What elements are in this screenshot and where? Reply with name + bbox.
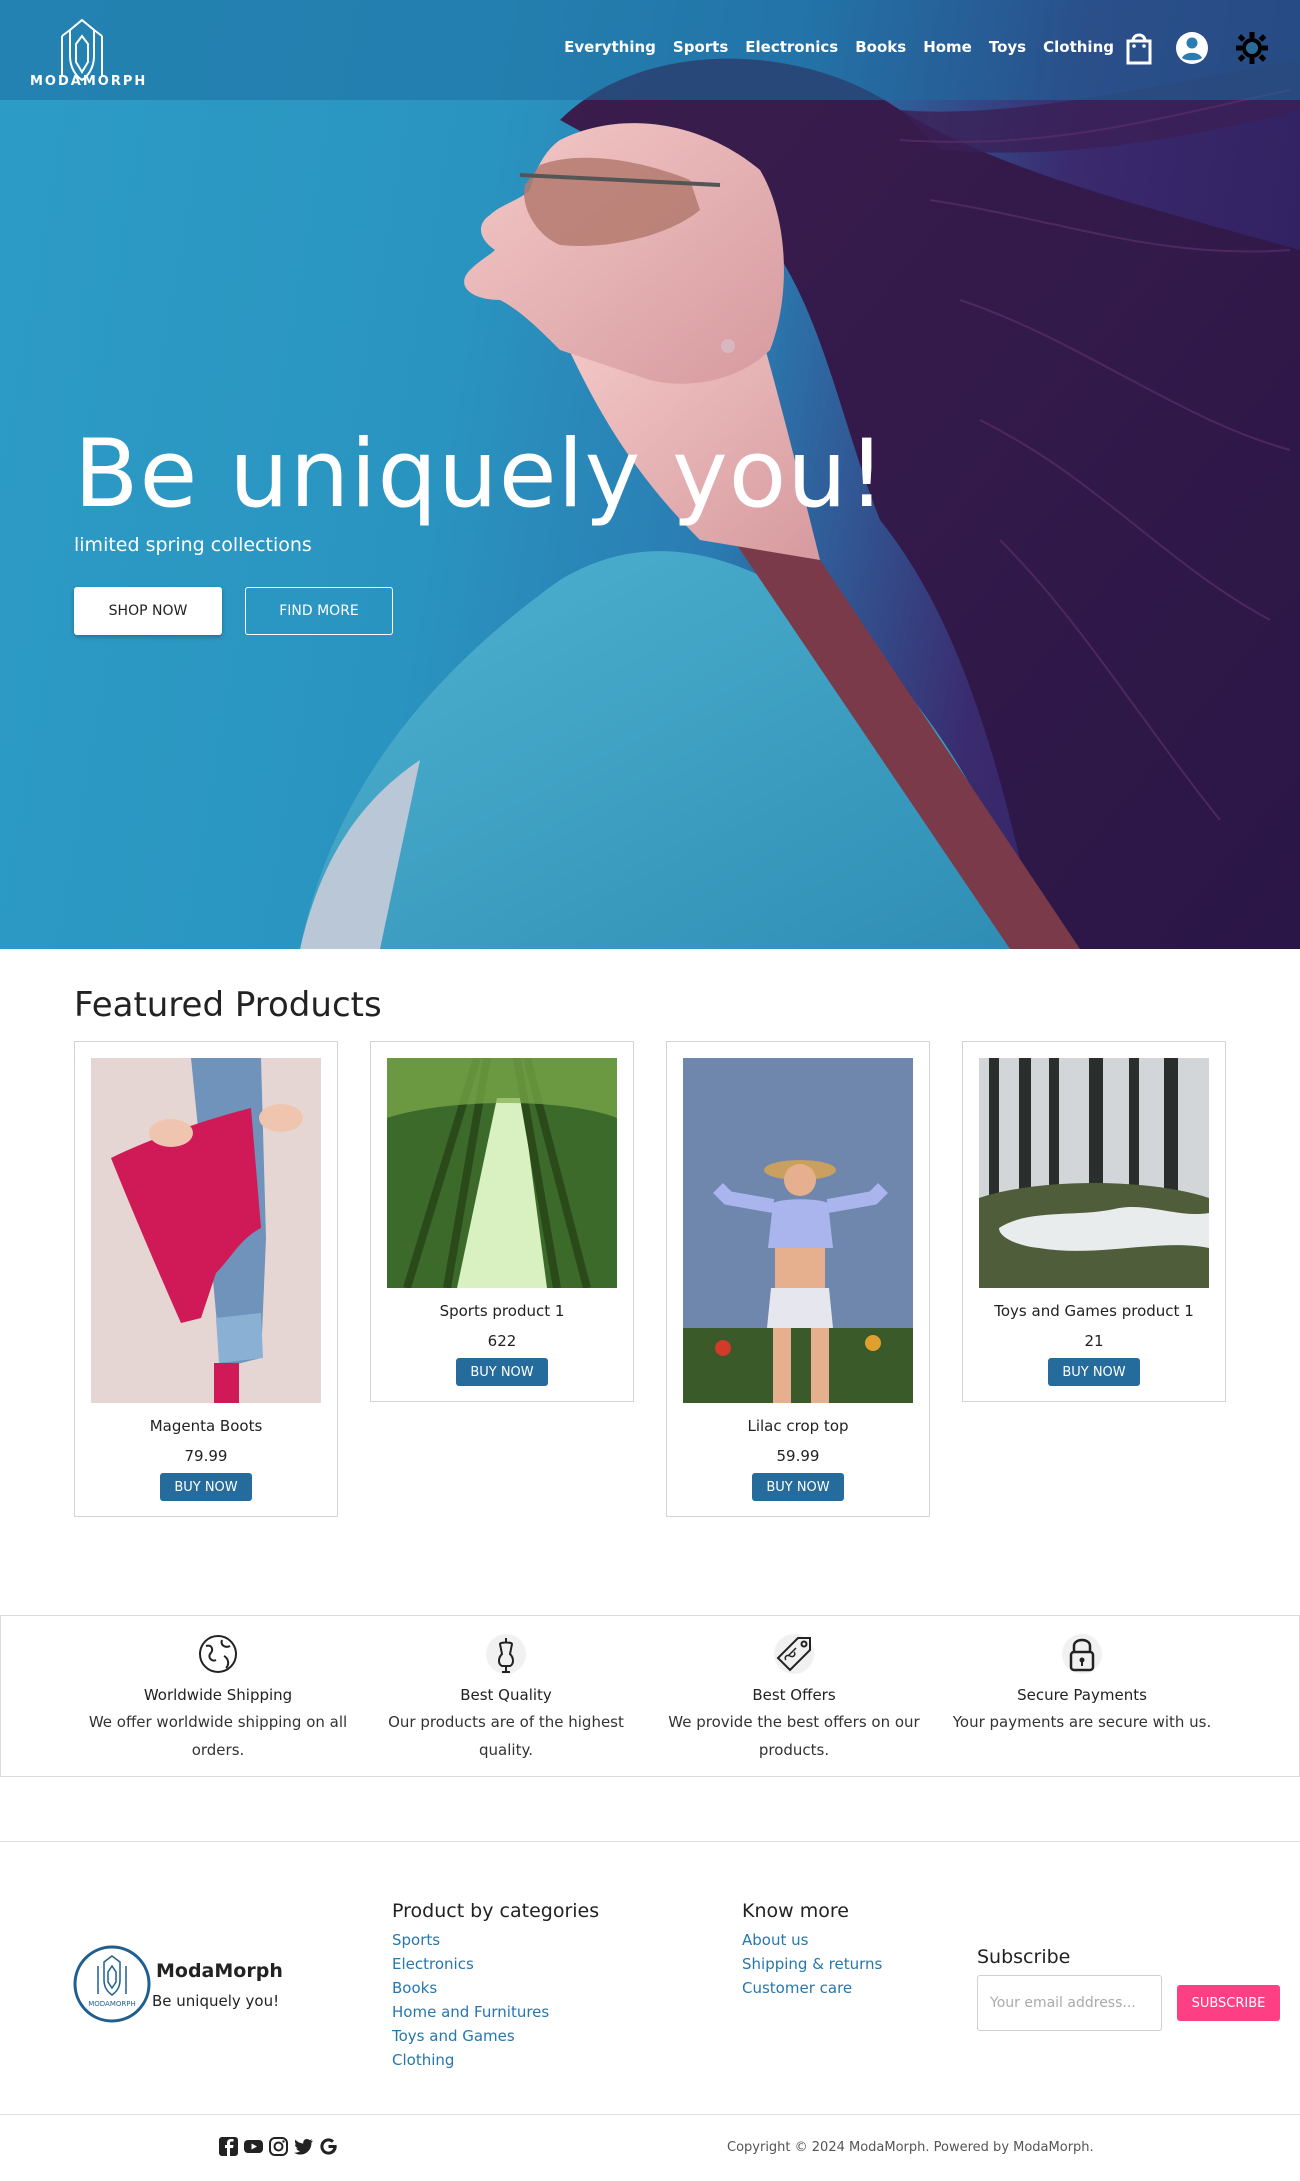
product-card[interactable]: Lilac crop top 59.99 BUY NOW	[666, 1041, 930, 1517]
hero-title: Be uniquely you!	[74, 420, 887, 529]
facebook-icon[interactable]	[218, 2136, 239, 2157]
product-name[interactable]: Toys and Games product 1	[963, 1302, 1225, 1320]
footer-logo-word: MODAMORPH	[88, 2000, 136, 2008]
user-account-icon[interactable]	[1175, 30, 1209, 66]
footer-know-more: Know more About us Shipping & returns Cu…	[742, 1900, 882, 2000]
find-more-button[interactable]: FIND MORE	[245, 587, 393, 635]
main-menu: Everything Sports Electronics Books Home…	[564, 38, 1114, 56]
mannequin-icon	[486, 1634, 526, 1674]
footer-link-shipping-returns[interactable]: Shipping & returns	[742, 1952, 882, 1976]
menu-item-clothing[interactable]: Clothing	[1043, 38, 1114, 56]
product-name[interactable]: Sports product 1	[371, 1302, 633, 1320]
globe-icon	[199, 1635, 237, 1673]
product-image[interactable]	[91, 1058, 321, 1403]
footer-link-electronics[interactable]: Electronics	[392, 1952, 599, 1976]
footer-link-home-furnitures[interactable]: Home and Furnitures	[392, 2000, 599, 2024]
footer-link-customer-care[interactable]: Customer care	[742, 1976, 882, 2000]
buy-now-button[interactable]: BUY NOW	[752, 1473, 844, 1501]
feature-description: Your payments are secure with us.	[952, 1713, 1212, 1731]
feature-title: Secure Payments	[1017, 1686, 1147, 1704]
instagram-icon[interactable]	[268, 2136, 289, 2157]
menu-item-home[interactable]: Home	[923, 38, 972, 56]
buy-now-button[interactable]: BUY NOW	[456, 1358, 548, 1386]
feature-best-offers: Best Offers We provide the best offers o…	[659, 1632, 929, 1764]
menu-item-books[interactable]: Books	[855, 38, 906, 56]
footer-categories: Product by categories Sports Electronics…	[392, 1900, 599, 2072]
footer-categories-heading: Product by categories	[392, 1900, 600, 1922]
theme-toggle-icon[interactable]	[1235, 30, 1269, 66]
footer-link-about[interactable]: About us	[742, 1928, 882, 1952]
price-tag-icon	[774, 1634, 814, 1674]
product-card[interactable]: Toys and Games product 1 21 BUY NOW	[962, 1041, 1226, 1402]
footer-bottom-divider	[0, 2114, 1300, 2115]
product-price: 21	[1084, 1332, 1104, 1350]
product-image[interactable]	[979, 1058, 1209, 1288]
top-navbar: MODAMORPH Everything Sports Electronics …	[0, 0, 1300, 100]
shop-now-button[interactable]: SHOP NOW	[74, 587, 222, 635]
subscribe-button[interactable]: SUBSCRIBE	[1177, 1985, 1280, 2021]
hero-subtitle: limited spring collections	[74, 534, 312, 556]
hero-banner: MODAMORPH Everything Sports Electronics …	[0, 0, 1300, 949]
brand-wordmark: MODAMORPH	[30, 74, 148, 89]
twitter-icon[interactable]	[293, 2136, 314, 2157]
footer-link-sports[interactable]: Sports	[392, 1928, 599, 1952]
youtube-icon[interactable]	[243, 2136, 264, 2157]
feature-description: We offer worldwide shipping on all order…	[88, 1713, 348, 1759]
feature-description: We provide the best offers on our produc…	[668, 1713, 920, 1759]
product-price: 59.99	[776, 1447, 820, 1465]
menu-item-everything[interactable]: Everything	[564, 38, 656, 56]
feature-worldwide-shipping: Worldwide Shipping We offer worldwide sh…	[83, 1632, 353, 1764]
product-card[interactable]: Sports product 1 622 BUY NOW	[370, 1041, 634, 1402]
footer-link-clothing[interactable]: Clothing	[392, 2048, 599, 2072]
menu-item-toys[interactable]: Toys	[989, 38, 1026, 56]
feature-title: Best Offers	[752, 1686, 836, 1704]
menu-item-electronics[interactable]: Electronics	[745, 38, 838, 56]
features-strip: Worldwide Shipping We offer worldwide sh…	[0, 1615, 1300, 1777]
footer-link-books[interactable]: Books	[392, 1976, 599, 2000]
buy-now-button[interactable]: BUY NOW	[1048, 1358, 1140, 1386]
footer-tagline: Be uniquely you!	[152, 1992, 280, 2010]
shopping-bag-icon[interactable]	[1122, 30, 1156, 66]
product-name[interactable]: Magenta Boots	[75, 1417, 337, 1435]
footer-know-heading: Know more	[742, 1900, 849, 1922]
feature-title: Best Quality	[460, 1686, 552, 1704]
footer-brand-logo[interactable]: MODAMORPH	[72, 1944, 152, 2024]
featured-products-heading: Featured Products	[74, 985, 382, 1025]
subscribe-heading: Subscribe	[977, 1946, 1071, 1968]
email-input[interactable]	[977, 1975, 1162, 2031]
footer-brand-name: ModaMorph	[156, 1960, 283, 1982]
copyright-text: Copyright © 2024 ModaMorph. Powered by M…	[727, 2140, 1094, 2155]
feature-secure-payments: Secure Payments Your payments are secure…	[947, 1632, 1217, 1736]
buy-now-button[interactable]: BUY NOW	[160, 1473, 252, 1501]
footer-link-toys-games[interactable]: Toys and Games	[392, 2024, 599, 2048]
feature-best-quality: Best Quality Our products are of the hig…	[371, 1632, 641, 1764]
feature-title: Worldwide Shipping	[143, 1686, 293, 1704]
product-image[interactable]	[387, 1058, 617, 1288]
footer-divider	[0, 1841, 1300, 1842]
product-card[interactable]: Magenta Boots 79.99 BUY NOW	[74, 1041, 338, 1517]
product-price: 622	[487, 1332, 517, 1350]
menu-item-sports[interactable]: Sports	[673, 38, 728, 56]
product-image[interactable]	[683, 1058, 913, 1403]
google-icon[interactable]	[318, 2136, 339, 2157]
product-name[interactable]: Lilac crop top	[667, 1417, 929, 1435]
feature-description: Our products are of the highest quality.	[388, 1713, 624, 1759]
product-price: 79.99	[184, 1447, 228, 1465]
padlock-icon	[1062, 1634, 1102, 1674]
social-links	[218, 2136, 339, 2157]
